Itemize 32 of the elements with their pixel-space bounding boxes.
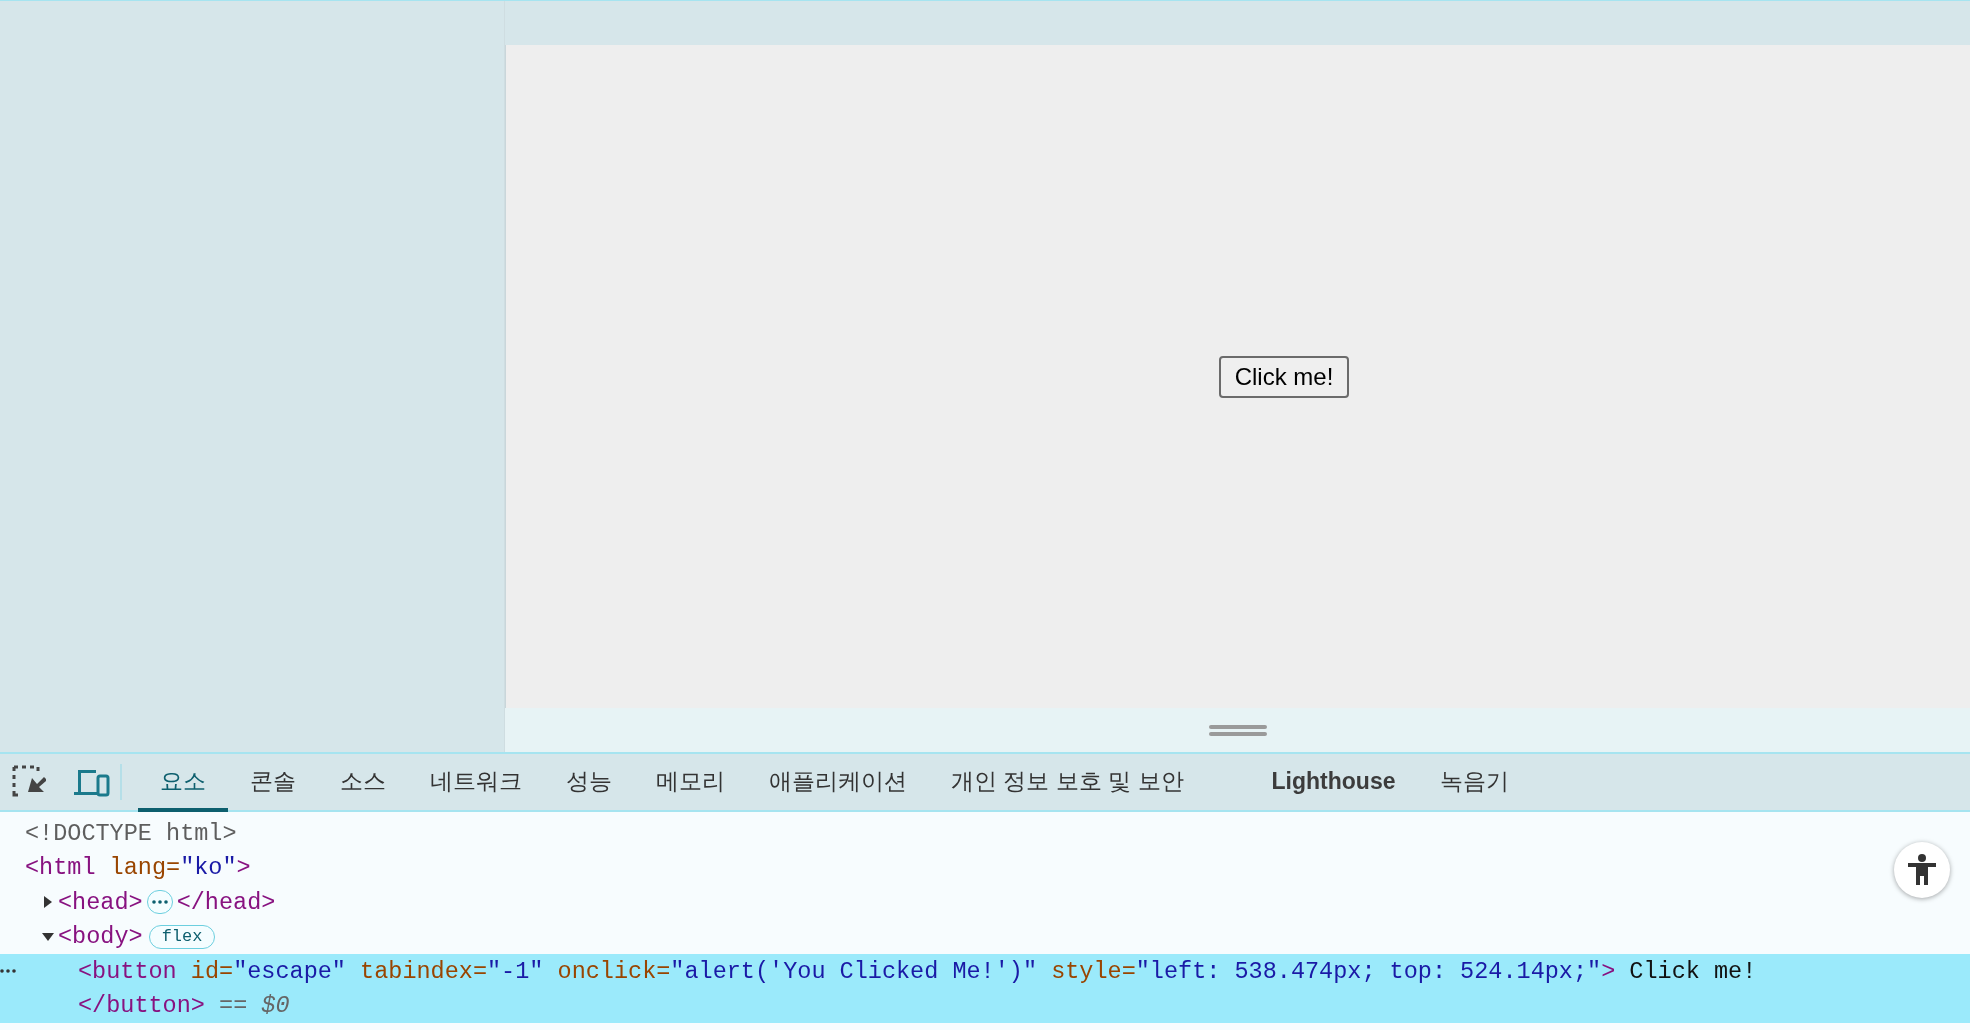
- click-me-button[interactable]: Click me!: [1218, 355, 1350, 398]
- panel-tab[interactable]: 콘솔: [228, 754, 318, 812]
- code-text: <head>: [58, 888, 143, 916]
- panel-tab[interactable]: 개인 정보 보호 및 보안: [929, 754, 1206, 812]
- node-row[interactable]: <html lang="ko">: [0, 850, 1970, 885]
- selected-node-row[interactable]: <button id="escape" tabindex="-1" onclick="alert('You Clicked Me!')" style="left: 538.474px; top: 524.14px;"> Click me! </button> == $0: [0, 954, 1970, 1023]
- expanded-arrow-icon[interactable]: [42, 930, 54, 943]
- code-text: </button> == $0: [78, 992, 290, 1020]
- panel-tab[interactable]: 애플리케이션: [747, 754, 929, 812]
- collapsed-arrow-icon[interactable]: [42, 896, 54, 909]
- collapsed-content-badge[interactable]: [146, 890, 173, 915]
- node-row[interactable]: <head> </head>: [0, 885, 1970, 920]
- node-row[interactable]: <body> flex: [0, 919, 1970, 954]
- inspect-element-icon[interactable]: [12, 765, 46, 799]
- person-icon: [1907, 853, 1937, 887]
- code-text: <html lang="ko">: [25, 854, 251, 882]
- device-toolbar-icon[interactable]: [72, 767, 110, 797]
- code-text: <body>: [58, 923, 143, 951]
- code-text: <!DOCTYPE html>: [25, 819, 237, 847]
- node-row[interactable]: <!DOCTYPE html>: [0, 816, 1970, 851]
- panel-tab[interactable]: 녹음기: [1417, 754, 1531, 812]
- layout-badge[interactable]: flex: [148, 924, 216, 949]
- panel-tab[interactable]: 네트워크: [408, 754, 544, 812]
- code-text: </head>: [176, 888, 276, 916]
- panel-tab[interactable]: Lighthouse: [1249, 754, 1418, 812]
- panel-tab[interactable]: 메모리: [634, 754, 747, 812]
- resize-handle-icon[interactable]: [1207, 723, 1268, 737]
- accessibility-button[interactable]: [1894, 842, 1950, 898]
- more-icon[interactable]: [0, 969, 16, 974]
- panel-tab[interactable]: 소스: [318, 754, 408, 812]
- code-text: <button id="escape" tabindex="-1" onclick="alert('You Clicked Me!')" style="left: 538.474px; top: 524.14px;"> Click me!: [78, 957, 1757, 985]
- panel-tab[interactable]: 성능: [544, 754, 634, 812]
